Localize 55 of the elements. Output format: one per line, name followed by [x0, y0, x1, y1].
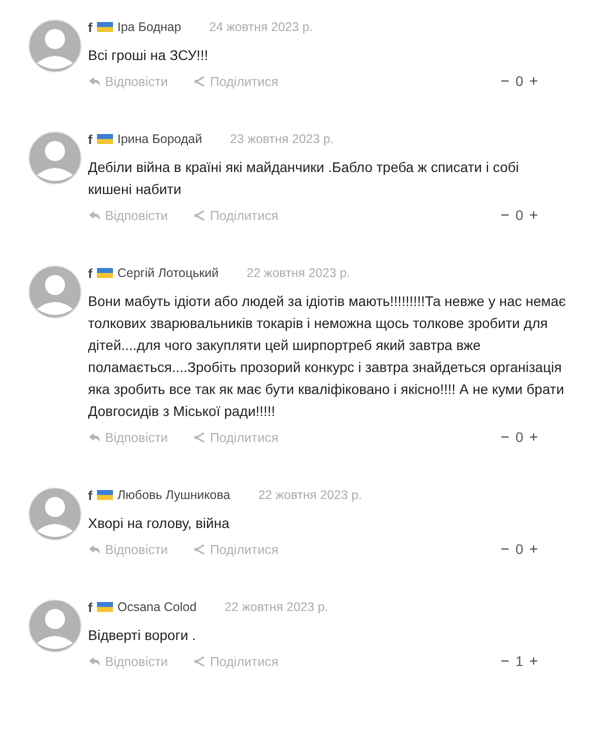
flag-icon — [97, 22, 114, 32]
comment-date: 22 жовтня 2023 р. — [224, 600, 328, 614]
flag-icon — [97, 134, 114, 144]
downvote-button[interactable]: − — [500, 206, 510, 224]
author-name: Ірина Бородай — [117, 132, 202, 146]
share-icon — [194, 74, 206, 88]
author-name: Любовь Лушникова — [117, 488, 230, 502]
avatar-icon — [28, 19, 82, 73]
share-icon — [194, 430, 206, 444]
reply-icon — [88, 210, 101, 220]
share-icon — [194, 208, 206, 222]
comment-date: 22 жовтня 2023 р. — [258, 488, 362, 502]
comment-date: 22 жовтня 2023 р. — [246, 266, 350, 280]
comment-text: Дебіли війна в країні які майданчики .Бабло треба ж списати і собі кишені набити — [88, 158, 520, 199]
downvote-button[interactable]: − — [500, 428, 510, 446]
flag-icon — [97, 490, 114, 500]
upvote-button[interactable]: + — [529, 652, 538, 670]
flag-icon — [97, 602, 114, 612]
social-link[interactable]: f — [88, 266, 92, 280]
comment-text: Хворі на голову, війна — [88, 514, 230, 533]
upvote-button[interactable]: + — [529, 540, 538, 558]
social-link[interactable]: f — [88, 20, 92, 34]
reply-icon — [88, 656, 101, 666]
upvote-button[interactable]: + — [529, 206, 538, 224]
share-icon — [194, 542, 206, 556]
flag-icon — [97, 268, 114, 278]
reply-icon — [88, 76, 101, 86]
social-link[interactable]: f — [88, 488, 92, 502]
comment-date: 23 жовтня 2023 р. — [230, 132, 334, 146]
social-link[interactable]: f — [88, 132, 92, 146]
downvote-button[interactable]: − — [500, 652, 510, 670]
avatar-icon — [28, 487, 82, 541]
author-name: Сергій Лотоцький — [117, 266, 219, 280]
comment-date: 24 жовтня 2023 р. — [209, 20, 313, 34]
vote-count: 0 — [515, 541, 524, 557]
vote-count: 0 — [515, 73, 524, 89]
upvote-button[interactable]: + — [529, 428, 538, 446]
author-name: Іра Боднар — [117, 20, 182, 34]
avatar-icon — [28, 265, 82, 319]
comment-text: Всі гроші на ЗСУ!!! — [88, 46, 210, 65]
vote-count: 0 — [515, 429, 524, 445]
downvote-button[interactable]: − — [500, 72, 510, 90]
downvote-button[interactable]: − — [500, 540, 510, 558]
author-name: Ocsana Colod — [117, 600, 197, 614]
share-icon — [194, 654, 206, 668]
upvote-button[interactable]: + — [529, 72, 538, 90]
comment-text: Відверті вороги . — [88, 626, 197, 645]
vote-count: 0 — [515, 207, 524, 223]
avatar-icon — [28, 131, 82, 185]
social-link[interactable]: f — [88, 600, 92, 614]
vote-count: 1 — [515, 653, 524, 669]
avatar-icon — [28, 599, 82, 653]
reply-icon — [88, 544, 101, 554]
reply-icon — [88, 432, 101, 442]
comment-text: Вони мабуть ідіоти або людей за ідіотів мають!!!!!!!!!Та невже у нас немає толкових зварювальників токарів і неможна щось толкове зробити для дітей....для чого закупляти цей ширпортреб який завтра вже поламається....Зробіть прозорий конкурс і завтра знайдеться організація яка зробить все так як має бути кваліфіковано і якісно!!!! А не куми брати Довгосидів з Міської ради!!!!! — [88, 292, 566, 421]
